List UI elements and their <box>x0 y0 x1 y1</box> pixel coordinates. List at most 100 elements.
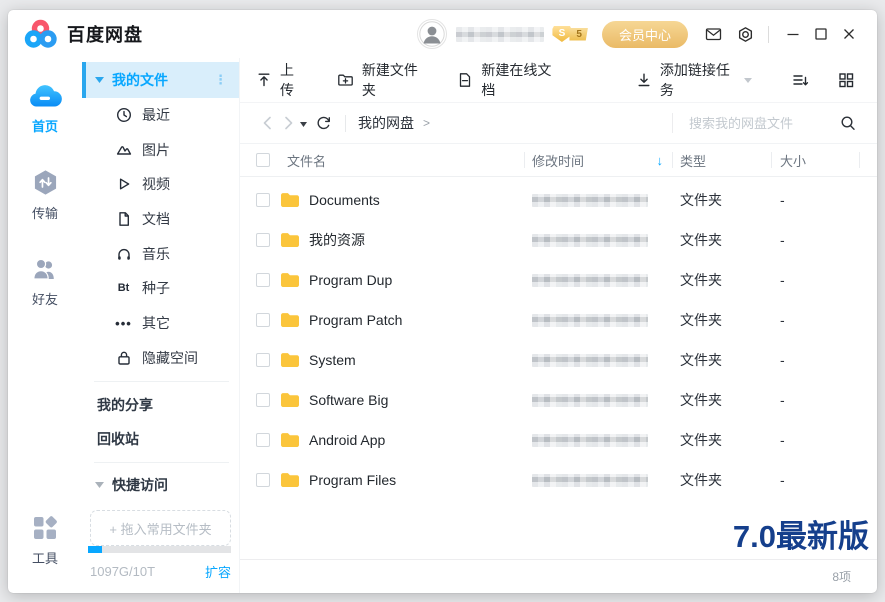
sidebar-item-my-files[interactable]: 我的文件 ⋮ <box>82 62 239 98</box>
folder-icon <box>280 272 300 288</box>
back-button[interactable] <box>256 111 278 135</box>
sidebar-item-others[interactable]: ••• 其它 <box>82 306 239 341</box>
row-checkbox[interactable] <box>256 473 270 487</box>
drop-folder-zone[interactable]: + 拖入常用文件夹 <box>90 510 231 546</box>
sidebar-item-hidden-space[interactable]: 隐藏空间 <box>82 340 239 375</box>
sidebar-item-recycle-bin[interactable]: 回收站 <box>82 422 239 456</box>
row-checkbox[interactable] <box>256 273 270 287</box>
close-button[interactable] <box>835 20 863 48</box>
row-checkbox[interactable] <box>256 313 270 327</box>
sidebar-item-quick-access[interactable]: 快捷访问 <box>82 469 239 503</box>
titlebar: 百度网盘 S 5 会员中心 <box>8 10 877 58</box>
row-checkbox[interactable] <box>256 233 270 247</box>
sidebar-item-label: 隐藏空间 <box>142 348 198 368</box>
table-header: 文件名 修改时间 ↓ 类型 大小 <box>240 144 877 177</box>
vip-level-number: 5 <box>569 28 588 41</box>
main-panel: 上传 新建文件夹 <box>240 58 877 593</box>
file-name[interactable]: Documents <box>309 192 380 208</box>
search-button[interactable] <box>835 110 861 136</box>
select-all-checkbox[interactable] <box>256 153 270 167</box>
cloud-icon <box>27 82 63 109</box>
history-caret-icon[interactable] <box>300 122 307 127</box>
column-header-name[interactable]: 文件名 <box>287 151 326 170</box>
upload-icon <box>256 72 272 88</box>
file-name[interactable]: System <box>309 352 356 368</box>
row-checkbox[interactable] <box>256 193 270 207</box>
column-header-size[interactable]: 大小 <box>780 151 806 170</box>
sidebar-item-videos[interactable]: 视频 <box>82 167 239 202</box>
column-header-type[interactable]: 类型 <box>680 151 706 170</box>
row-checkbox[interactable] <box>256 393 270 407</box>
storage-usage-text: 1097G/10T <box>90 564 155 579</box>
username-blurred <box>456 27 544 42</box>
ellipsis-icon: ••• <box>115 321 132 326</box>
table-row[interactable]: System 文件夹 - <box>240 340 877 380</box>
add-link-task-button[interactable]: 添加链接任务 <box>636 60 752 100</box>
expand-storage-link[interactable]: 扩容 <box>205 562 231 581</box>
caret-down-icon[interactable] <box>95 77 104 83</box>
row-checkbox[interactable] <box>256 353 270 367</box>
sidebar-item-my-share[interactable]: 我的分享 <box>82 388 239 422</box>
column-header-time[interactable]: 修改时间 <box>532 151 584 170</box>
svip-icon: S <box>552 26 571 42</box>
table-row[interactable]: 我的资源 文件夹 - <box>240 220 877 260</box>
sidebar-item-recent[interactable]: 最近 <box>82 98 239 133</box>
table-row[interactable]: Documents 文件夹 - <box>240 180 877 220</box>
caret-down-icon[interactable] <box>95 482 104 488</box>
item-count: 8项 <box>832 568 851 585</box>
minimize-button[interactable] <box>779 20 807 48</box>
table-row[interactable]: Program Dup 文件夹 - <box>240 260 877 300</box>
maximize-icon <box>814 27 828 41</box>
table-row[interactable]: Android App 文件夹 - <box>240 420 877 460</box>
file-name[interactable]: Software Big <box>309 392 388 408</box>
upload-button[interactable]: 上传 <box>256 60 304 100</box>
transfer-icon <box>32 169 59 196</box>
file-name[interactable]: 我的资源 <box>309 230 365 250</box>
rail-item-friends[interactable]: 好友 <box>31 256 59 308</box>
file-size: - <box>772 432 860 448</box>
more-options-icon[interactable]: ⋮ <box>214 72 227 88</box>
sidebar-item-torrents[interactable]: Bt 种子 <box>82 271 239 306</box>
search-input[interactable] <box>687 115 833 132</box>
member-center-button[interactable]: 会员中心 <box>602 21 688 48</box>
sidebar-item-label: 种子 <box>142 278 170 298</box>
sort-order-button[interactable] <box>785 65 815 95</box>
table-row[interactable]: Program Patch 文件夹 - <box>240 300 877 340</box>
titlebar-right: S 5 会员中心 <box>417 19 863 49</box>
rail-item-home[interactable]: 首页 <box>27 82 63 135</box>
status-bar: 8项 <box>240 559 877 593</box>
document-icon <box>115 211 132 227</box>
settings-button[interactable] <box>730 19 760 49</box>
grid-view-button[interactable] <box>831 65 861 95</box>
table-row[interactable]: Program Files 文件夹 - <box>240 460 877 500</box>
file-name[interactable]: Program Dup <box>309 272 392 288</box>
vip-level-badge[interactable]: S 5 <box>552 26 588 42</box>
file-size: - <box>772 392 860 408</box>
sidebar-item-pictures[interactable]: 图片 <box>82 132 239 167</box>
rail-item-label: 首页 <box>32 116 58 135</box>
rail-item-transfer[interactable]: 传输 <box>32 169 59 222</box>
file-name[interactable]: Android App <box>309 432 385 448</box>
mail-button[interactable] <box>698 19 728 49</box>
storage-widget: 1097G/10T 扩容 <box>82 546 239 593</box>
file-name[interactable]: Program Files <box>309 472 396 488</box>
sidebar-divider <box>94 381 229 382</box>
forward-button[interactable] <box>278 111 300 135</box>
sidebar-item-music[interactable]: 音乐 <box>82 236 239 271</box>
sidebar-item-label: 快捷访问 <box>112 475 168 495</box>
sidebar-item-documents[interactable]: 文档 <box>82 202 239 237</box>
new-online-doc-button[interactable]: 新建在线文档 <box>457 60 557 100</box>
nav-separator <box>345 115 346 132</box>
rail-item-tools[interactable]: 工具 <box>32 515 58 567</box>
sidebar-item-label: 我的文件 <box>112 70 168 90</box>
user-avatar[interactable] <box>417 19 447 49</box>
maximize-button[interactable] <box>807 20 835 48</box>
sort-desc-icon[interactable]: ↓ <box>657 153 664 168</box>
row-checkbox[interactable] <box>256 433 270 447</box>
new-folder-button[interactable]: 新建文件夹 <box>337 60 425 100</box>
refresh-button[interactable] <box>311 111 335 135</box>
breadcrumb[interactable]: 我的网盘 <box>358 113 414 133</box>
storage-progress-fill <box>88 546 102 553</box>
file-name[interactable]: Program Patch <box>309 312 402 328</box>
table-row[interactable]: Software Big 文件夹 - <box>240 380 877 420</box>
